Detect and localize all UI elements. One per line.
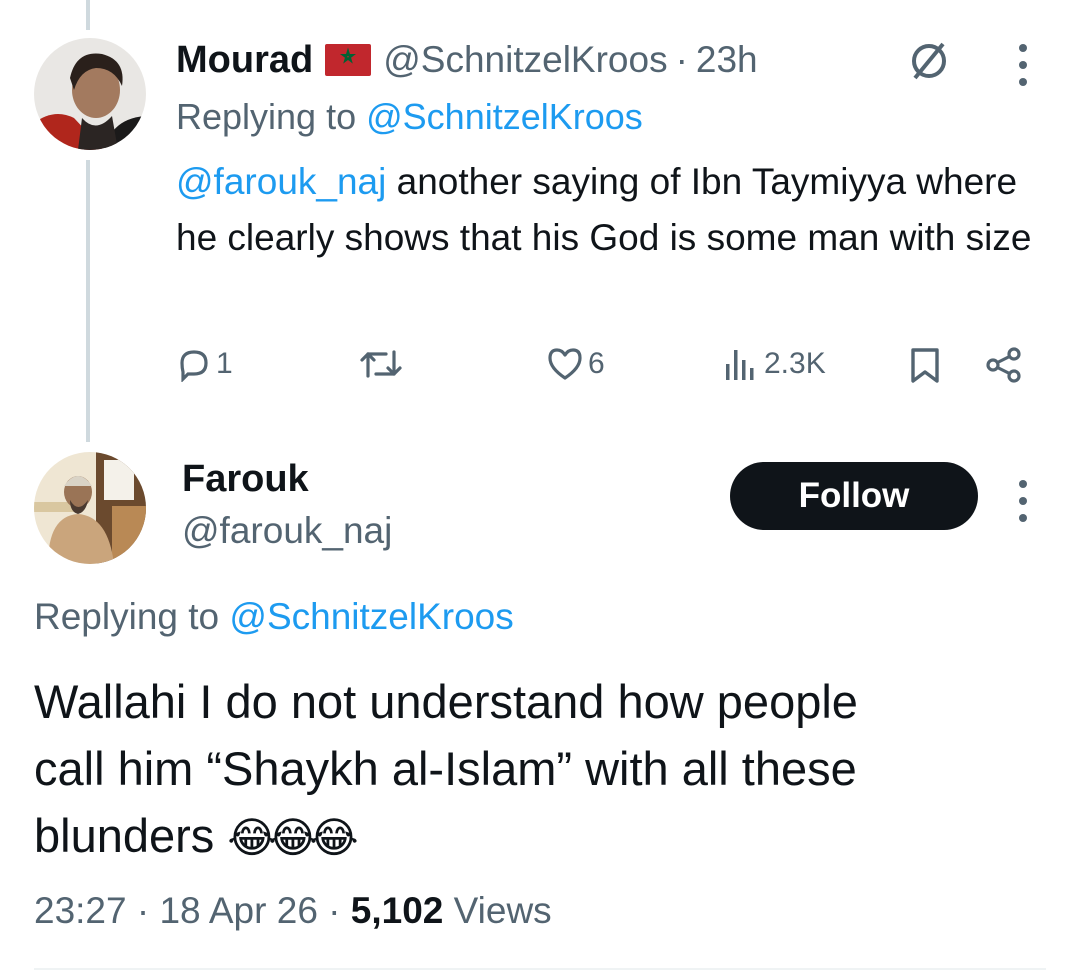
like-button[interactable]: 6 <box>546 346 605 382</box>
author-name-farouk[interactable]: Farouk <box>182 458 309 501</box>
mention-link[interactable]: @farouk_naj <box>176 161 386 202</box>
laughing-emoji: 😂😂😂 <box>227 814 358 861</box>
bookmark-button[interactable] <box>908 346 942 384</box>
tweet-time-main[interactable]: 23:27 <box>34 890 127 931</box>
meta-separator-2: · <box>328 890 341 931</box>
thread-line-top <box>86 0 90 30</box>
replying-handle[interactable]: @SchnitzelKroos <box>366 96 643 137</box>
tweet-line-3: blunders 😂😂😂 <box>34 802 1054 871</box>
follow-button[interactable]: Follow <box>730 462 978 530</box>
share-icon <box>986 347 1021 383</box>
separator: · <box>675 39 688 80</box>
reply-button[interactable]: 1 <box>176 346 233 382</box>
no-sign-icon[interactable] <box>905 36 953 84</box>
tweet-text: Wallahi I do not understand how people c… <box>34 668 1054 871</box>
meta-separator-1: · <box>136 890 150 931</box>
bookmark-icon <box>911 348 939 383</box>
reply-icon <box>180 350 208 382</box>
tweet-line-3-text: blunders <box>34 809 215 862</box>
tweet-line-1: Wallahi I do not understand how people <box>34 675 858 728</box>
reply-text: @farouk_naj another saying of Ibn Taymiy… <box>176 154 1046 266</box>
views-icon <box>726 350 754 380</box>
divider <box>34 968 1046 970</box>
avatar-mourad[interactable] <box>34 38 146 150</box>
replying-prefix-main: Replying to <box>34 596 220 637</box>
replying-to-main: Replying to @SchnitzelKroos <box>34 596 514 638</box>
replying-handle-main[interactable]: @SchnitzelKroos <box>229 596 513 637</box>
tweet-time[interactable]: 23h <box>696 39 758 81</box>
reply-header: Mourad @SchnitzelKroos · 23h <box>176 36 758 84</box>
views-count: 2.3K <box>764 347 826 380</box>
flag-icon <box>325 44 372 76</box>
retweet-button[interactable] <box>358 346 404 382</box>
more-icon[interactable] <box>1017 44 1029 86</box>
tweet-line-2: call him “Shaykh al-Islam” with all thes… <box>34 742 857 795</box>
share-button[interactable] <box>984 346 1024 384</box>
reply-count: 1 <box>216 347 233 380</box>
views-label: Views <box>453 890 552 931</box>
avatar-farouk[interactable] <box>34 452 146 564</box>
more-icon-main[interactable] <box>1017 480 1029 522</box>
author-name[interactable]: Mourad <box>176 39 313 82</box>
retweet-icon <box>360 350 402 378</box>
views-count-main[interactable]: 5,102 <box>351 890 444 931</box>
tweet-date[interactable]: 18 Apr 26 <box>159 890 317 931</box>
replying-to: Replying to @SchnitzelKroos <box>176 96 643 138</box>
like-icon <box>548 348 582 380</box>
thread-line <box>86 160 90 442</box>
replying-prefix: Replying to <box>176 96 357 137</box>
author-handle[interactable]: @SchnitzelKroos <box>383 39 667 81</box>
author-handle-farouk[interactable]: @farouk_naj <box>182 510 392 552</box>
tweet-meta: 23:27 · 18 Apr 26 · 5,102 Views <box>34 890 552 932</box>
like-count: 6 <box>588 347 605 380</box>
views-button[interactable]: 2.3K <box>722 346 826 382</box>
